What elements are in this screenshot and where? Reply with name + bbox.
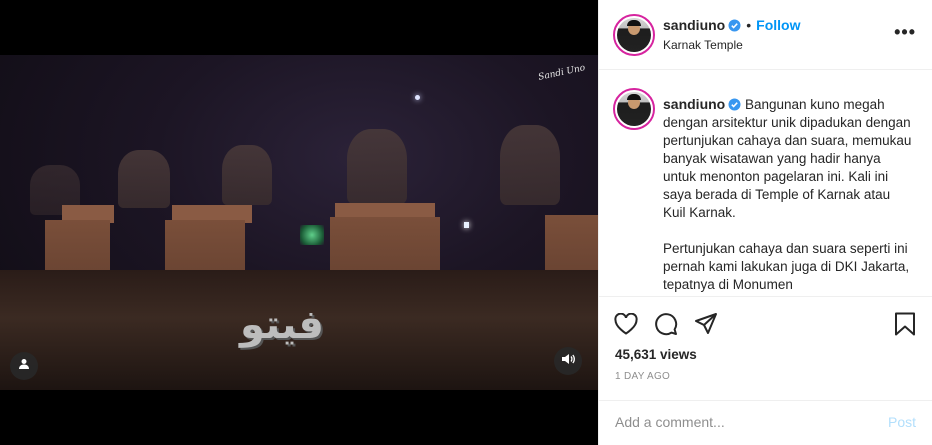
location-link[interactable]: Karnak Temple (663, 38, 743, 52)
action-icons (613, 311, 719, 337)
ram-statue (118, 150, 170, 208)
caption-area: sandiuno Bangunan kuno megah dengan arsi… (599, 70, 932, 295)
caption-text: sandiuno Bangunan kuno megah dengan arsi… (663, 95, 913, 295)
post-header: sandiuno • Follow Karnak Temple ••• (599, 0, 932, 70)
ram-statue (347, 129, 407, 204)
tag-button[interactable] (10, 352, 38, 380)
ram-statue (500, 125, 560, 205)
post-timestamp[interactable]: 1 DAY AGO (615, 371, 670, 382)
more-options-button[interactable]: ••• (894, 22, 916, 43)
username-link[interactable]: sandiuno (663, 17, 725, 33)
caption-paragraph: Bangunan kuno megah dengan arsitektur un… (663, 97, 912, 220)
channel-watermark: فيتو (240, 302, 326, 348)
heart-icon[interactable] (613, 311, 639, 337)
paper-plane-icon[interactable] (693, 311, 719, 337)
post-comment-button[interactable]: Post (888, 414, 916, 430)
follow-button[interactable]: Follow (756, 17, 800, 33)
verified-badge-icon (728, 19, 741, 32)
user-tag-icon (18, 357, 30, 375)
video-player[interactable]: Sandi Uno فيتو (0, 55, 598, 390)
verified-badge-icon (728, 98, 741, 111)
lamp-light (464, 222, 469, 228)
media-pane: Sandi Uno فيتو (0, 0, 598, 445)
comment-bubble-icon[interactable] (653, 311, 679, 337)
green-light (300, 225, 324, 245)
separator-dot: • (746, 17, 752, 33)
action-section: 45,631 views 1 DAY AGO (599, 296, 932, 404)
audio-toggle-button[interactable] (554, 347, 582, 375)
ram-statue (222, 145, 272, 205)
header-user-row: sandiuno • Follow (663, 17, 800, 33)
caption-paragraph: Pertunjukan cahaya dan suara seperti ini… (663, 241, 910, 292)
moon (415, 95, 420, 100)
avatar[interactable] (613, 88, 655, 130)
comment-bar: Post (599, 400, 932, 445)
bookmark-icon[interactable] (892, 311, 918, 337)
comment-input[interactable] (615, 412, 855, 432)
post-panel: sandiuno • Follow Karnak Temple ••• sand… (598, 0, 932, 445)
speaker-icon (561, 352, 575, 371)
view-count[interactable]: 45,631 views (615, 347, 697, 362)
signature-watermark: Sandi Uno (537, 63, 587, 83)
caption-username[interactable]: sandiuno (663, 96, 725, 112)
avatar[interactable] (613, 14, 655, 56)
